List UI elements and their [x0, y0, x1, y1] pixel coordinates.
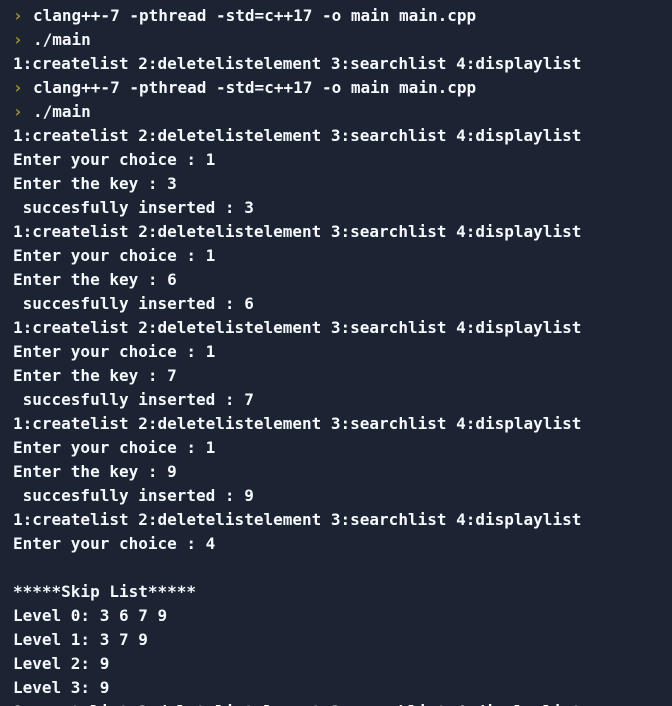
output-line: Enter your choice : 4 [13, 532, 215, 556]
output-line: succesfully inserted : 7 [13, 388, 254, 412]
output-line: 1:createlist 2:deletelistelement 3:searc… [13, 508, 581, 532]
prompt-chevron-icon: › [13, 102, 23, 121]
output-line: Level 2: 9 [13, 652, 109, 676]
output-text: 1:createlist 2:deletelistelement 3:searc… [13, 318, 582, 337]
command-line: › clang++-7 -pthread -std=c++17 -o main m… [13, 4, 476, 28]
output-text: Level 3: 9 [13, 678, 110, 697]
output-text: Level 1: 3 7 9 [13, 630, 148, 649]
output-line: 1:createlist 2:deletelistelement 3:searc… [13, 412, 581, 436]
output-line: succesfully inserted : 3 [13, 196, 254, 220]
command-text: ./main [33, 30, 91, 49]
command-text: clang++-7 -pthread -std=c++17 -o main ma… [33, 78, 477, 97]
output-text: 1:createlist 2:deletelistelement 3:searc… [13, 414, 582, 433]
command-text: clang++-7 -pthread -std=c++17 -o main ma… [33, 6, 477, 25]
output-line: 1:createlist 2:deletelistelement 3:searc… [13, 124, 581, 148]
output-text: succesfully inserted : 7 [13, 390, 254, 409]
output-text: Enter your choice : 4 [13, 534, 216, 553]
output-text: succesfully inserted : 9 [13, 486, 254, 505]
output-line: succesfully inserted : 6 [13, 292, 254, 316]
output-text: Enter your choice : 1 [13, 246, 216, 265]
output-text: Level 2: 9 [13, 654, 110, 673]
output-text: succesfully inserted : 6 [13, 294, 254, 313]
output-line: 1:createlist 2:deletelistelement 3:searc… [13, 52, 581, 76]
output-line: 1:createlist 2:deletelistelement 3:searc… [13, 220, 581, 244]
output-text: 1:createlist 2:deletelistelement 3:searc… [13, 702, 581, 706]
output-text: 1:createlist 2:deletelistelement 3:searc… [13, 126, 582, 145]
output-text: Level 0: 3 6 7 9 [13, 606, 168, 625]
output-text: *****Skip List***** [13, 582, 197, 601]
output-text: Enter the key : 9 [13, 462, 177, 481]
output-line: Level 0: 3 6 7 9 [13, 604, 167, 628]
prompt-chevron-icon: › [13, 78, 23, 97]
output-line: Enter the key : 6 [13, 268, 177, 292]
output-text: 1:createlist 2:deletelistelement 3:searc… [13, 510, 582, 529]
output-text: 1:createlist 2:deletelistelement 3:searc… [13, 54, 582, 73]
output-line: 1:createlist 2:deletelistelement 3:searc… [13, 700, 581, 706]
output-text: succesfully inserted : 3 [13, 198, 254, 217]
output-line: Enter the key : 3 [13, 172, 177, 196]
output-text: Enter the key : 7 [13, 366, 177, 385]
command-line: › ./main [13, 28, 91, 52]
command-line: › clang++-7 -pthread -std=c++17 -o main m… [13, 76, 476, 100]
output-text: Enter your choice : 1 [13, 438, 216, 457]
command-text: ./main [33, 102, 91, 121]
command-line: › ./main [13, 100, 91, 124]
prompt-chevron-icon: › [13, 6, 23, 25]
output-text: Enter your choice : 1 [13, 342, 216, 361]
prompt-chevron-icon: › [13, 30, 23, 49]
output-text: 1:createlist 2:deletelistelement 3:searc… [13, 222, 582, 241]
output-text: Enter the key : 6 [13, 270, 177, 289]
output-text: Enter your choice : 1 [13, 150, 216, 169]
terminal-output[interactable]: › clang++-7 -pthread -std=c++17 -o main m… [0, 0, 672, 706]
output-line: Enter your choice : 1 [13, 244, 215, 268]
output-line: Enter your choice : 1 [13, 436, 215, 460]
output-line: Enter the key : 7 [13, 364, 177, 388]
output-text: Enter the key : 3 [13, 174, 177, 193]
output-line: Enter your choice : 1 [13, 340, 215, 364]
output-line: Level 1: 3 7 9 [13, 628, 148, 652]
output-line: 1:createlist 2:deletelistelement 3:searc… [13, 316, 581, 340]
output-line: Level 3: 9 [13, 676, 109, 700]
output-line: Enter your choice : 1 [13, 148, 215, 172]
output-line: *****Skip List***** [13, 580, 196, 604]
output-line: succesfully inserted : 9 [13, 484, 254, 508]
output-line: Enter the key : 9 [13, 460, 177, 484]
